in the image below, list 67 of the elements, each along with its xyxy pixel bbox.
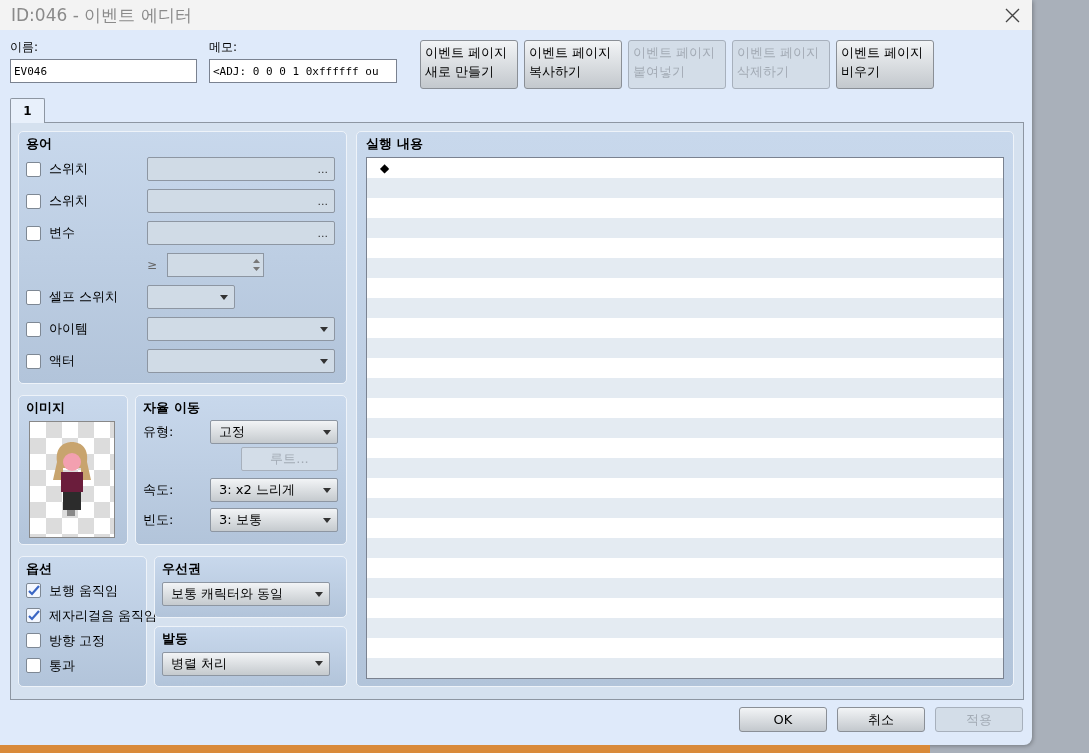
page-tab[interactable]: 1 xyxy=(10,98,45,123)
image-preview[interactable] xyxy=(29,421,115,538)
comparison-symbol: ≥ xyxy=(147,258,158,272)
command-list[interactable]: ◆ xyxy=(366,157,1004,679)
close-icon[interactable] xyxy=(1005,7,1020,23)
window-title: ID:046 - 이벤트 에디터 xyxy=(11,3,192,27)
checkbox[interactable] xyxy=(26,321,41,337)
dialog-button[interactable]: 취소 xyxy=(837,707,925,732)
page-button[interactable]: 이벤트 페이지 비우기 xyxy=(836,40,934,89)
page-button[interactable]: 이벤트 페이지 새로 만들기 xyxy=(420,40,518,89)
memo-input-field[interactable]: <ADJ: 0 0 0 1 0xffffff ou xyxy=(209,59,397,83)
checkbox[interactable] xyxy=(26,225,41,241)
checkbox[interactable] xyxy=(26,658,41,673)
dropdown-caret-icon xyxy=(323,517,331,523)
option-label: 통과 xyxy=(49,656,75,675)
group-title: 발동 xyxy=(162,629,188,648)
option-label: 보행 움직임 xyxy=(49,581,119,600)
dropdown[interactable]: 3: 보통 xyxy=(210,508,338,532)
condition-label: 스위치 xyxy=(49,160,88,178)
command-marker[interactable]: ◆ xyxy=(367,158,390,178)
checkbox[interactable] xyxy=(26,353,41,369)
dropdown-caret-icon xyxy=(315,591,323,597)
condition-label: 스위치 xyxy=(49,192,88,210)
field-label: 속도: xyxy=(143,481,174,499)
field-label: 이름: xyxy=(10,39,40,56)
dropdown[interactable] xyxy=(147,349,335,373)
name-input-field[interactable]: EV046 xyxy=(10,59,197,83)
group-title: 자율 이동 xyxy=(143,399,200,417)
field-label: 빈도: xyxy=(143,511,174,529)
checkbox[interactable] xyxy=(26,633,41,648)
dropdown[interactable] xyxy=(147,317,335,341)
picker-field[interactable]: ... xyxy=(147,157,335,181)
group-title: 실행 내용 xyxy=(366,135,423,153)
condition-label: 변수 xyxy=(49,224,75,242)
dropdown[interactable]: 고정 xyxy=(210,420,338,444)
checkbox[interactable] xyxy=(26,583,41,598)
spinner-arrows-icon xyxy=(253,258,261,272)
dropdown[interactable]: 보통 캐릭터와 동일 xyxy=(162,582,330,606)
picker-field[interactable]: ... xyxy=(147,221,335,245)
checkbox[interactable] xyxy=(26,289,41,305)
condition-label: 셀프 스위치 xyxy=(49,288,119,306)
group-title: 우선권 xyxy=(162,560,201,578)
checkbox[interactable] xyxy=(26,608,41,623)
dropdown-caret-icon xyxy=(320,326,328,332)
option-label: 제자리걸음 움직임 xyxy=(49,606,158,625)
dropdown-caret-icon xyxy=(315,661,323,666)
group-title: 이미지 xyxy=(26,399,65,417)
checkbox[interactable] xyxy=(26,161,41,177)
dropdown-caret-icon xyxy=(220,294,228,300)
group-title: 옵션 xyxy=(26,560,52,578)
dropdown-caret-icon xyxy=(320,358,328,364)
checkbox[interactable] xyxy=(26,193,41,209)
page-button[interactable]: 이벤트 페이지 복사하기 xyxy=(524,40,622,89)
dropdown-caret-icon xyxy=(323,487,331,493)
dropdown-caret-icon xyxy=(323,429,331,435)
field-label: 유형: xyxy=(143,423,174,441)
picker-field[interactable]: ... xyxy=(147,189,335,213)
dropdown[interactable]: 병렬 처리 xyxy=(162,651,330,676)
field-label: 메모: xyxy=(209,39,239,56)
dialog-button[interactable]: OK xyxy=(739,707,827,732)
option-label: 방향 고정 xyxy=(49,631,106,650)
number-spinner[interactable] xyxy=(167,253,265,277)
condition-label: 액터 xyxy=(49,352,75,370)
dropdown[interactable]: 3: x2 느리게 xyxy=(210,478,338,502)
group-title: 용어 xyxy=(26,135,52,153)
condition-label: 아이템 xyxy=(49,320,88,338)
dropdown[interactable] xyxy=(147,285,235,309)
